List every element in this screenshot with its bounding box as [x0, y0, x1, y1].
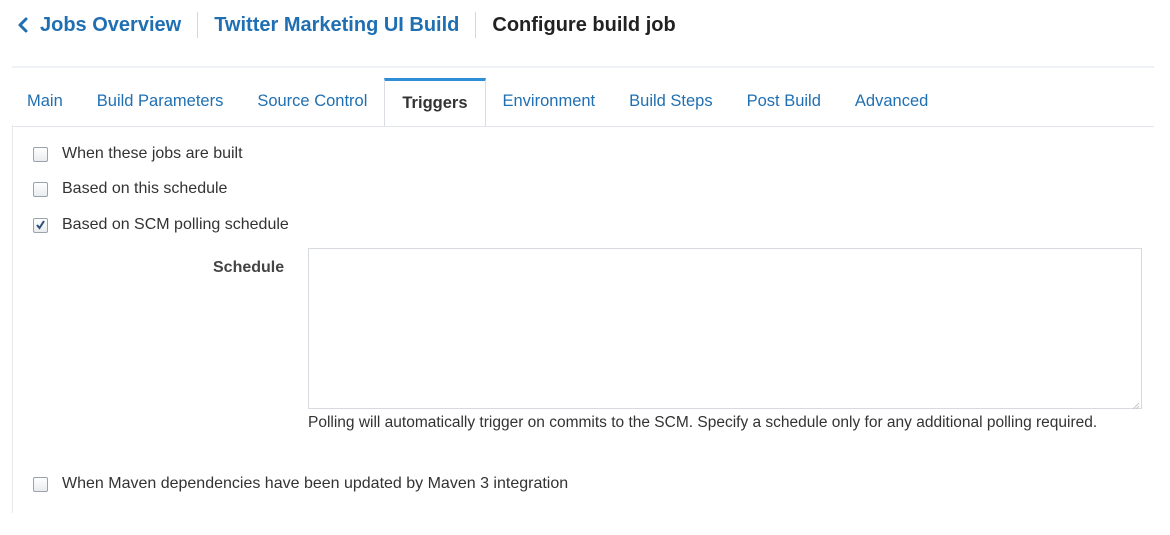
resize-grip-icon[interactable]	[1131, 397, 1140, 410]
trigger-jobs-built-checkbox[interactable]	[33, 146, 48, 162]
trigger-scm-polling-row: Based on SCM polling schedule	[33, 216, 289, 234]
tab-build-steps[interactable]: Build Steps	[612, 78, 729, 125]
tab-bar: Main Build Parameters Source Control Tri…	[12, 66, 1154, 127]
breadcrumb-divider	[197, 12, 199, 38]
back-link[interactable]: Jobs Overview	[16, 14, 181, 37]
tab-advanced[interactable]: Advanced	[838, 78, 945, 125]
tab-environment[interactable]: Environment	[486, 78, 613, 125]
schedule-textarea[interactable]	[308, 248, 1142, 409]
trigger-schedule-checkbox[interactable]	[33, 181, 48, 197]
tab-main[interactable]: Main	[12, 78, 80, 125]
trigger-schedule-row: Based on this schedule	[33, 180, 227, 198]
trigger-scm-polling-checkbox[interactable]	[33, 217, 48, 233]
chevron-left-icon	[16, 16, 30, 34]
trigger-jobs-built-label: When these jobs are built	[62, 145, 243, 162]
tab-list: Main Build Parameters Source Control Tri…	[12, 78, 945, 126]
trigger-scm-polling-label: Based on SCM polling schedule	[62, 216, 289, 233]
back-link-label: Jobs Overview	[40, 13, 182, 36]
tab-triggers[interactable]: Triggers	[384, 78, 486, 126]
triggers-panel: When these jobs are built Based on this …	[12, 125, 1155, 513]
tab-post-build[interactable]: Post Build	[730, 78, 838, 125]
schedule-help-text: Polling will automatically trigger on co…	[308, 414, 1098, 431]
tab-source-control[interactable]: Source Control	[240, 78, 384, 125]
breadcrumb: Jobs Overview Twitter Marketing UI Build…	[16, 10, 676, 40]
trigger-schedule-label: Based on this schedule	[62, 180, 228, 197]
trigger-maven-row: When Maven dependencies have been update…	[33, 475, 568, 493]
job-name-link[interactable]: Twitter Marketing UI Build	[214, 14, 459, 37]
trigger-maven-label: When Maven dependencies have been update…	[62, 475, 569, 492]
page-title: Configure build job	[492, 13, 676, 36]
schedule-label: Schedule	[213, 259, 285, 276]
trigger-maven-checkbox[interactable]	[33, 476, 48, 492]
breadcrumb-divider	[475, 12, 477, 38]
tab-build-parameters[interactable]: Build Parameters	[80, 78, 241, 125]
checkmark-icon	[36, 219, 45, 230]
trigger-jobs-built-row: When these jobs are built	[33, 145, 243, 163]
